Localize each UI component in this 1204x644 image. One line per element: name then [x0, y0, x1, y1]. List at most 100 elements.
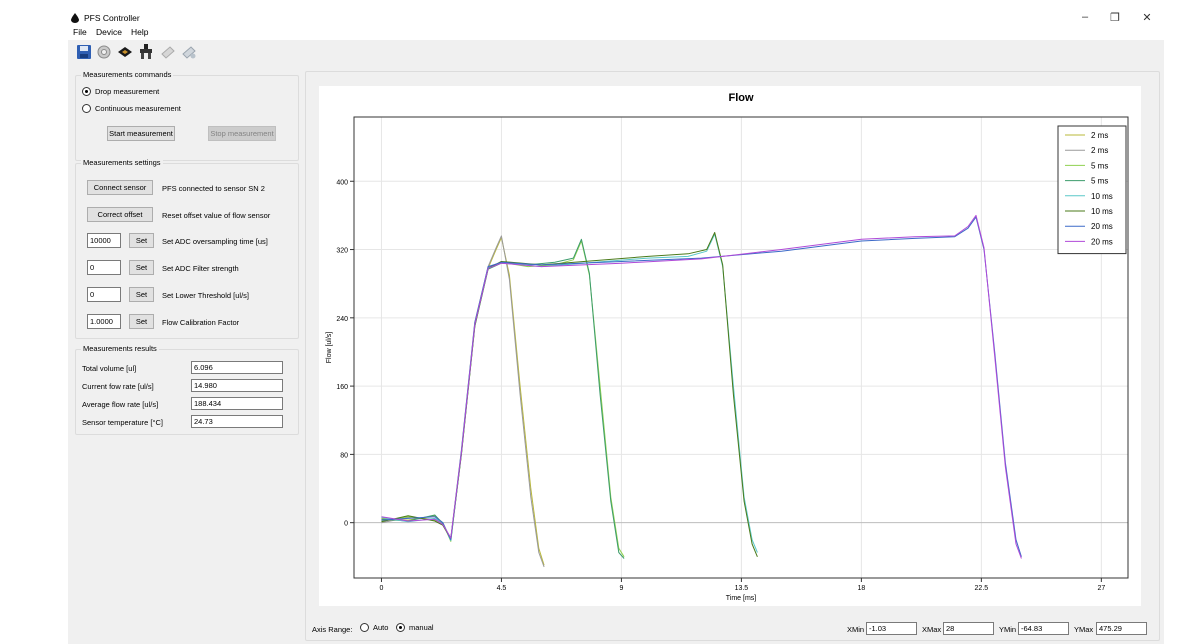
close-icon: ✕ — [1142, 11, 1152, 24]
minimize-button[interactable]: – — [1074, 9, 1096, 25]
ymax-input[interactable]: 475.29 — [1096, 622, 1147, 635]
current-flow-label: Current fow rate [ul/s] — [82, 382, 154, 391]
sensor-temperature-field[interactable]: 24.73 — [191, 415, 283, 428]
calibration-factor-description: Flow Calibration Factor — [162, 318, 240, 327]
menu-device[interactable]: Device — [96, 27, 122, 37]
y-tick-label: 240 — [336, 316, 348, 323]
menu-help[interactable]: Help — [131, 27, 148, 37]
total-volume-label: Total volume [ul] — [82, 364, 137, 373]
sensor-temperature-label: Sensor temperature [°C] — [82, 418, 163, 427]
connect-sensor-button[interactable]: Connect sensor — [87, 180, 153, 195]
series-line-6 — [381, 216, 1022, 557]
results-group: Measurements results Total volume [ul] 6… — [75, 344, 299, 435]
flow-chart-svg: Flow 0 4.5 9 13.5 18 22.5 27 0 80 160 240 320 400 Time… — [326, 92, 1129, 602]
oversampling-input[interactable]: 10000 — [87, 233, 121, 248]
ymax-label: YMax — [1074, 625, 1094, 634]
ymin-label: YMin — [999, 625, 1017, 634]
drop-radio-label: Drop measurement — [95, 87, 160, 96]
minimize-icon: – — [1081, 11, 1089, 23]
title-bar: PFS Controller – ❐ ✕ — [0, 0, 1204, 26]
average-flow-field[interactable]: 188.434 — [191, 397, 283, 410]
calibration-factor-set-button[interactable]: Set — [129, 314, 154, 329]
x-tick-label: 27 — [1097, 585, 1105, 592]
axis-auto-radio[interactable]: Auto — [360, 623, 388, 632]
series-line-3 — [381, 238, 625, 559]
oversampling-description: Set ADC oversampling time [us] — [162, 237, 268, 246]
commands-group-title: Measurements commands — [81, 70, 174, 79]
toolbar — [68, 40, 1164, 63]
average-flow-label: Average flow rate [ul/s] — [82, 400, 159, 409]
series-line-5 — [381, 232, 758, 557]
sensor-icon[interactable] — [117, 44, 133, 60]
close-button[interactable]: ✕ — [1136, 9, 1158, 25]
filter-strength-input[interactable]: 0 — [87, 260, 121, 275]
legend-label: 10 ms — [1091, 192, 1113, 201]
commands-group: Measurements commands Drop measurement C… — [75, 70, 299, 161]
axis-manual-radio[interactable]: manual — [396, 623, 434, 632]
window-title: PFS Controller — [84, 13, 140, 23]
pump-icon[interactable] — [138, 44, 154, 60]
series-line-7 — [381, 214, 1022, 559]
xmin-label: XMin — [847, 625, 865, 634]
droplet-icon — [71, 13, 79, 23]
ymin-input[interactable]: -64.83 — [1018, 622, 1069, 635]
oversampling-set-button[interactable]: Set — [129, 233, 154, 248]
gear-icon[interactable] — [96, 44, 112, 60]
x-tick-label: 13.5 — [735, 585, 749, 592]
current-flow-field[interactable]: 14.980 — [191, 379, 283, 392]
axis-manual-indicator — [396, 623, 405, 632]
settings-group-title: Measurements settings — [81, 158, 163, 167]
legend-label: 2 ms — [1091, 146, 1108, 155]
y-tick-label: 0 — [344, 521, 348, 528]
filter-strength-set-button[interactable]: Set — [129, 260, 154, 275]
settings-group: Measurements settings Connect sensor PFS… — [75, 158, 299, 339]
legend-box — [1057, 125, 1127, 255]
y-tick-label: 320 — [336, 248, 348, 255]
y-tick-label: 160 — [336, 384, 348, 391]
axis-auto-indicator — [360, 623, 369, 632]
axis-manual-label: manual — [409, 623, 434, 632]
restore-button[interactable]: ❐ — [1104, 9, 1126, 25]
lower-threshold-input[interactable]: 0 — [87, 287, 121, 302]
total-volume-field[interactable]: 6.096 — [191, 361, 283, 374]
stop-measurement-button[interactable]: Stop measurement — [208, 126, 276, 141]
drop-radio-indicator — [82, 87, 91, 96]
legend-label: 2 ms — [1091, 131, 1108, 140]
filter-strength-description: Set ADC Filter strength — [162, 264, 239, 273]
correct-offset-button[interactable]: Correct offset — [87, 207, 153, 222]
continuous-radio-indicator — [82, 104, 91, 113]
drop-measurement-radio[interactable]: Drop measurement — [82, 87, 159, 96]
legend-label: 20 ms — [1091, 237, 1113, 246]
x-axis-label: Time [ms] — [726, 595, 757, 602]
save-icon[interactable] — [76, 44, 92, 60]
reconnect-icon[interactable] — [181, 44, 197, 60]
chart-title: Flow — [728, 92, 753, 104]
left-panel: Measurements commands Drop measurement C… — [68, 63, 304, 644]
x-tick-label: 0 — [380, 585, 384, 592]
legend-label: 20 ms — [1091, 222, 1113, 231]
legend-label: 5 ms — [1091, 177, 1108, 186]
series-line-2 — [381, 240, 625, 558]
lower-threshold-description: Set Lower Threshold [ul/s] — [162, 291, 249, 300]
x-tick-label: 9 — [619, 585, 623, 592]
axis-range-label: Axis Range: — [312, 625, 353, 634]
xmax-input[interactable]: 28 — [943, 622, 994, 635]
lower-threshold-set-button[interactable]: Set — [129, 287, 154, 302]
x-tick-label: 22.5 — [975, 585, 989, 592]
continuous-radio-label: Continuous measurement — [95, 104, 181, 113]
flow-chart: Flow 0 4.5 9 13.5 18 22.5 27 0 80 160 240 320 400 Time… — [319, 86, 1141, 606]
axis-auto-label: Auto — [373, 623, 389, 632]
xmax-label: XMax — [922, 625, 942, 634]
menu-file[interactable]: File — [73, 27, 87, 37]
continuous-measurement-radio[interactable]: Continuous measurement — [82, 104, 181, 113]
legend-label: 5 ms — [1091, 161, 1108, 170]
restore-icon: ❐ — [1110, 11, 1120, 24]
calibration-factor-input[interactable]: 1.0000 — [87, 314, 121, 329]
xmin-input[interactable]: -1.03 — [866, 622, 917, 635]
series-line-4 — [381, 233, 758, 553]
disconnect-icon[interactable] — [160, 44, 176, 60]
y-axis-label: Flow [ul/s] — [326, 332, 333, 364]
x-tick-label: 4.5 — [497, 585, 507, 592]
x-tick-label: 18 — [857, 585, 865, 592]
start-measurement-button[interactable]: Start measurement — [107, 126, 175, 141]
